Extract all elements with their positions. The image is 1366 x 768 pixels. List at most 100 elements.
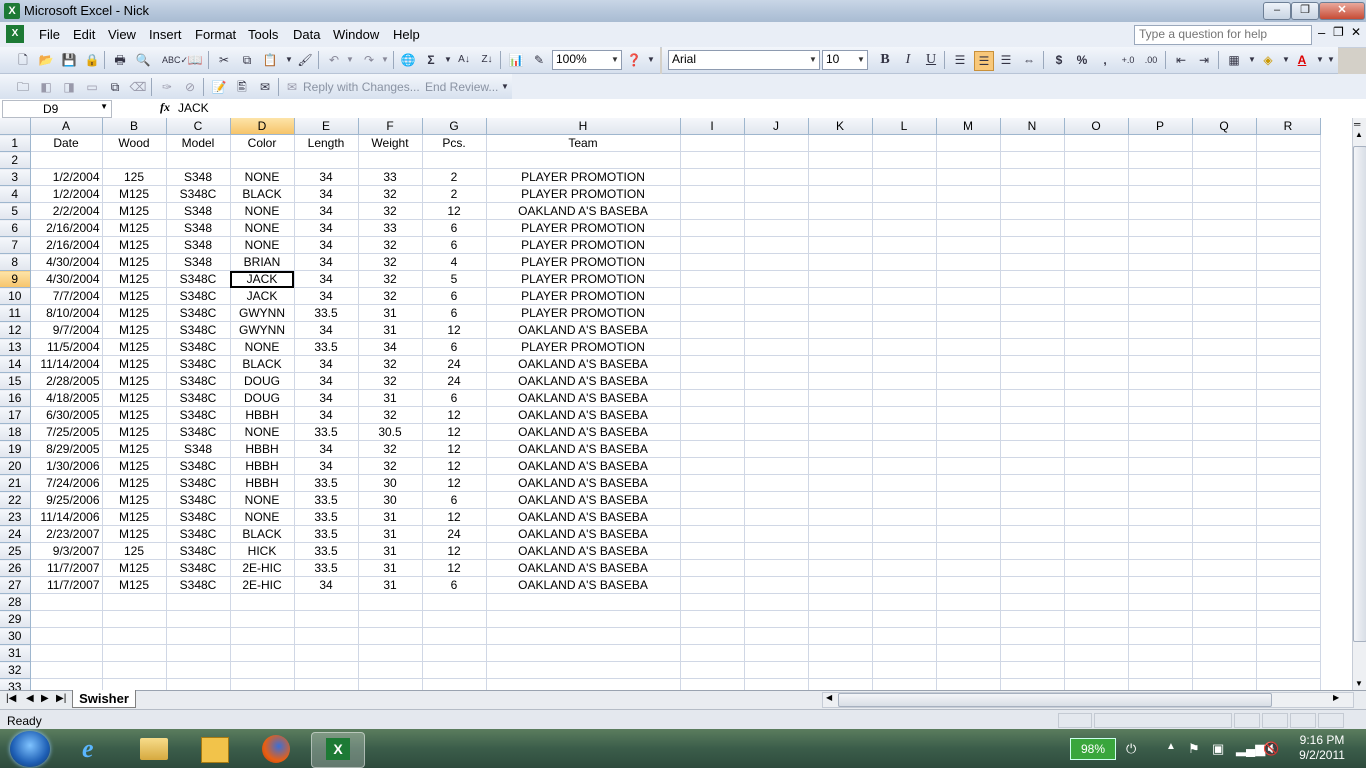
row-header-10[interactable]: 10 <box>0 287 31 305</box>
cell-e12[interactable]: 34 <box>294 321 359 339</box>
cell-r25[interactable] <box>1256 542 1321 560</box>
cell-q12[interactable] <box>1192 321 1257 339</box>
cell-m12[interactable] <box>936 321 1001 339</box>
sheet-table[interactable]: ABCDEFGHIJKLMNOPQR 1 Date Wood Model Color Le… <box>0 118 1321 690</box>
cell-a32[interactable] <box>30 661 103 679</box>
cell-g14[interactable]: 24 <box>422 355 487 373</box>
cell-b24[interactable]: M125 <box>102 525 167 543</box>
decrease-decimal-icon[interactable]: .00 <box>1142 51 1160 69</box>
cell-g21[interactable]: 12 <box>422 474 487 492</box>
row-header-21[interactable]: 21 <box>0 474 31 492</box>
cell-o33[interactable] <box>1064 678 1129 690</box>
cell-d17[interactable]: HBBH <box>230 406 295 424</box>
cell-f24[interactable]: 31 <box>358 525 423 543</box>
cell-d8[interactable]: BRIAN <box>230 253 295 271</box>
cell-d16[interactable]: DOUG <box>230 389 295 407</box>
cell-d9[interactable]: JACK <box>230 270 295 288</box>
cell-f4[interactable]: 32 <box>358 185 423 203</box>
cell-c6[interactable]: S348 <box>166 219 231 237</box>
scroll-down-arrow[interactable]: ▼ <box>1355 679 1363 688</box>
cell-l18[interactable] <box>872 423 937 441</box>
cell-p8[interactable] <box>1128 253 1193 271</box>
next-sheet-arrow[interactable]: ▶ <box>41 693 49 704</box>
cell-p32[interactable] <box>1128 661 1193 679</box>
cell-q1[interactable] <box>1192 134 1257 152</box>
cell-f9[interactable]: 32 <box>358 270 423 288</box>
cell-h15[interactable]: OAKLAND A'S BASEBA <box>486 372 681 390</box>
cell-p19[interactable] <box>1128 440 1193 458</box>
cell-m27[interactable] <box>936 576 1001 594</box>
cell-k14[interactable] <box>808 355 873 373</box>
cell-c1[interactable]: Model <box>166 134 231 152</box>
cell-c11[interactable]: S348C <box>166 304 231 322</box>
cell-j23[interactable] <box>744 508 809 526</box>
cell-k19[interactable] <box>808 440 873 458</box>
row-header-31[interactable]: 31 <box>0 644 31 662</box>
percent-button[interactable]: % <box>1073 51 1091 69</box>
cell-n33[interactable] <box>1000 678 1065 690</box>
cell-m23[interactable] <box>936 508 1001 526</box>
cell-j5[interactable] <box>744 202 809 220</box>
cell-l30[interactable] <box>872 627 937 645</box>
cell-j15[interactable] <box>744 372 809 390</box>
cell-q25[interactable] <box>1192 542 1257 560</box>
cell-e15[interactable]: 34 <box>294 372 359 390</box>
cell-a16[interactable]: 4/18/2005 <box>30 389 103 407</box>
cell-m3[interactable] <box>936 168 1001 186</box>
cell-h16[interactable]: OAKLAND A'S BASEBA <box>486 389 681 407</box>
cell-r23[interactable] <box>1256 508 1321 526</box>
cell-d30[interactable] <box>230 627 295 645</box>
cell-p29[interactable] <box>1128 610 1193 628</box>
cell-i10[interactable] <box>680 287 745 305</box>
restore-button[interactable]: ❐ <box>1291 2 1319 20</box>
cell-r7[interactable] <box>1256 236 1321 254</box>
cell-q9[interactable] <box>1192 270 1257 288</box>
cell-q27[interactable] <box>1192 576 1257 594</box>
row-header-14[interactable]: 14 <box>0 355 31 373</box>
cell-e22[interactable]: 33.5 <box>294 491 359 509</box>
cell-d31[interactable] <box>230 644 295 662</box>
cell-n6[interactable] <box>1000 219 1065 237</box>
cell-a7[interactable]: 2/16/2004 <box>30 236 103 254</box>
cell-n21[interactable] <box>1000 474 1065 492</box>
cell-k30[interactable] <box>808 627 873 645</box>
cell-f23[interactable]: 31 <box>358 508 423 526</box>
cell-m25[interactable] <box>936 542 1001 560</box>
cell-r22[interactable] <box>1256 491 1321 509</box>
cell-m1[interactable] <box>936 134 1001 152</box>
cell-r26[interactable] <box>1256 559 1321 577</box>
cell-a2[interactable] <box>30 151 103 169</box>
cell-j14[interactable] <box>744 355 809 373</box>
font-size-dropdown[interactable]: 10 ▼ <box>822 50 868 70</box>
increase-indent-icon[interactable]: ⇥ <box>1195 51 1213 69</box>
cell-b14[interactable]: M125 <box>102 355 167 373</box>
cell-b23[interactable]: M125 <box>102 508 167 526</box>
reply-icon[interactable]: ✉ <box>283 78 301 96</box>
row-header-2[interactable]: 2 <box>0 151 31 169</box>
cell-e14[interactable]: 34 <box>294 355 359 373</box>
cell-j20[interactable] <box>744 457 809 475</box>
cell-k18[interactable] <box>808 423 873 441</box>
column-header-c[interactable]: C <box>166 118 231 135</box>
column-header-b[interactable]: B <box>102 118 167 135</box>
cell-k25[interactable] <box>808 542 873 560</box>
cell-d32[interactable] <box>230 661 295 679</box>
system-clock[interactable]: 9:16 PM 9/2/2011 <box>1290 733 1354 763</box>
cell-b15[interactable]: M125 <box>102 372 167 390</box>
cell-n7[interactable] <box>1000 236 1065 254</box>
cell-g23[interactable]: 12 <box>422 508 487 526</box>
row-header-6[interactable]: 6 <box>0 219 31 237</box>
cell-i17[interactable] <box>680 406 745 424</box>
cell-f1[interactable]: Weight <box>358 134 423 152</box>
cell-i7[interactable] <box>680 236 745 254</box>
cell-b32[interactable] <box>102 661 167 679</box>
cell-p2[interactable] <box>1128 151 1193 169</box>
cell-r30[interactable] <box>1256 627 1321 645</box>
cell-j3[interactable] <box>744 168 809 186</box>
cell-p24[interactable] <box>1128 525 1193 543</box>
show-comment-icon[interactable]: ▭ <box>83 78 101 96</box>
cell-c20[interactable]: S348C <box>166 457 231 475</box>
redo-dropdown-arrow[interactable]: ▼ <box>376 51 394 69</box>
cell-r4[interactable] <box>1256 185 1321 203</box>
prev-sheet-arrow[interactable]: ◀ <box>26 693 34 704</box>
